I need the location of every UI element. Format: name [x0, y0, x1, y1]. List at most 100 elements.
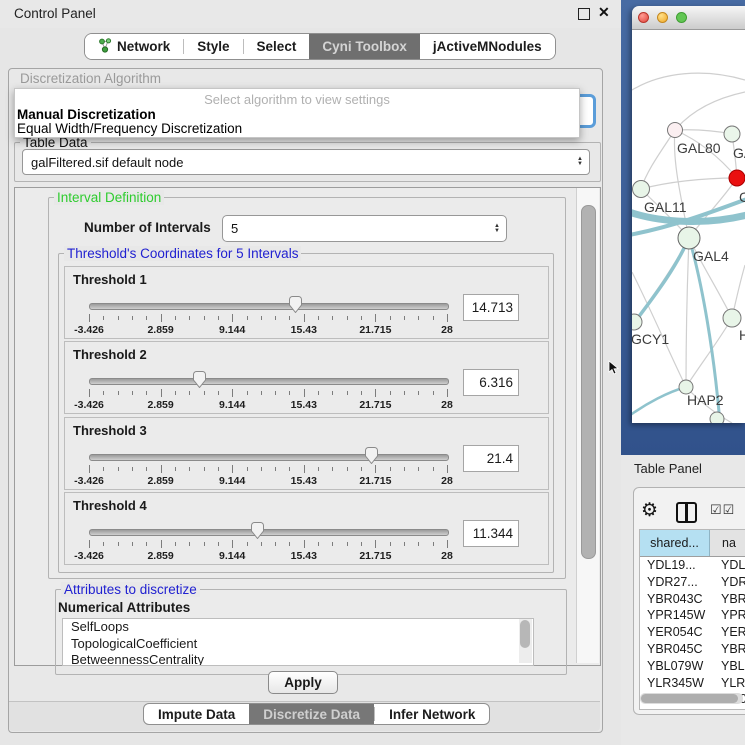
gear-icon[interactable]: ⚙: [641, 499, 658, 522]
node-gal80[interactable]: [668, 123, 683, 138]
list-item[interactable]: SelfLoops: [63, 619, 533, 636]
network-icon: [98, 38, 112, 56]
float-window-icon[interactable]: [578, 8, 590, 20]
node-label-partial-h: H: [739, 327, 745, 343]
control-panel-title: Control Panel: [14, 6, 96, 21]
dropdown-item-equal-width[interactable]: Equal Width/Frequency Discretization: [15, 122, 579, 136]
panel-scrollbar-thumb[interactable]: [581, 205, 596, 559]
node-partial-top-right[interactable]: [724, 126, 740, 142]
column-header-name[interactable]: na: [710, 530, 745, 556]
threshold-4-box: Threshold 4 -3.426 2.859 9.144 15.43 21.…: [64, 492, 549, 565]
spinner-arrows-icon: ▲▼: [488, 224, 506, 234]
threshold-4-label: Threshold 4: [73, 498, 147, 513]
tab-network[interactable]: Network: [85, 34, 183, 59]
tab-discretize-data[interactable]: Discretize Data: [249, 704, 374, 724]
table-row[interactable]: YBL079WYBL0: [640, 658, 745, 675]
discretization-algorithm-title: Discretization Algorithm: [20, 71, 161, 86]
threshold-4-value-field[interactable]: 11.344: [463, 520, 519, 547]
tab-cyni-toolbox[interactable]: Cyni Toolbox: [309, 34, 420, 59]
table-hscrollbar-thumb[interactable]: [641, 694, 738, 703]
network-window[interactable]: GAL80 GA C GAL11 GAL4 GCY1 H HAP2: [632, 6, 745, 423]
threshold-1-label: Threshold 1: [73, 272, 147, 287]
interval-definition-title: Interval Definition: [54, 190, 164, 205]
zoom-traffic-light-icon[interactable]: [676, 12, 687, 23]
node-h-partial[interactable]: [723, 309, 741, 327]
threshold-3-box: Threshold 3 -3.426 2.859 9.144 15.43 21.…: [64, 417, 549, 490]
screen: Control Panel ✕ Network Style Select Cyn…: [0, 0, 745, 745]
table-data-combobox[interactable]: galFiltered.sif default node ▲▼: [22, 149, 590, 175]
node-label-gal11: GAL11: [644, 199, 687, 215]
node-table[interactable]: shared... na YDL19...YDL1 YDR27...YDR2 Y…: [639, 529, 745, 710]
slider-track[interactable]: [89, 529, 449, 536]
slider-track[interactable]: [89, 303, 449, 310]
threshold-2-box: Threshold 2 -3.426 2.859 9.144 15.43 21.…: [64, 341, 549, 414]
table-row[interactable]: YBR045CYBR0: [640, 641, 745, 658]
tab-style[interactable]: Style: [184, 34, 242, 59]
tab-jactivemnodules[interactable]: jActiveMNodules: [420, 34, 555, 59]
minimize-traffic-light-icon[interactable]: [657, 12, 668, 23]
threshold-3-value-field[interactable]: 21.4: [463, 445, 519, 472]
threshold-3-slider[interactable]: -3.426 2.859 9.144 15.43 21.715 28: [89, 454, 447, 462]
threshold-2-value-field[interactable]: 6.316: [463, 369, 519, 396]
table-row[interactable]: YBR043CYBR0: [640, 591, 745, 608]
list-item[interactable]: TopologicalCoefficient: [63, 636, 533, 653]
tab-select[interactable]: Select: [244, 34, 310, 59]
numerical-attributes-list[interactable]: SelfLoops TopologicalCoefficient Between…: [62, 618, 534, 666]
tab-select-label: Select: [257, 39, 297, 54]
apply-button[interactable]: Apply: [268, 671, 338, 694]
dropdown-item-manual-discretization[interactable]: Manual Discretization: [15, 108, 579, 122]
tab-style-label: Style: [197, 39, 229, 54]
attributes-title: Attributes to discretize: [61, 582, 200, 597]
slider-track[interactable]: [89, 454, 449, 461]
node-label-gal80: GAL80: [677, 140, 721, 156]
slider-tick-labels: -3.426 2.859 9.144 15.43 21.715 28: [89, 399, 447, 411]
table-row[interactable]: YDR27...YDR2: [640, 574, 745, 591]
tab-impute-data[interactable]: Impute Data: [144, 704, 249, 724]
tab-jactivemnodules-label: jActiveMNodules: [433, 39, 542, 54]
node-red-selected[interactable]: [729, 170, 745, 186]
tab-infer-network[interactable]: Infer Network: [375, 704, 489, 724]
slider-thumb[interactable]: [192, 371, 207, 388]
node-gal11[interactable]: [633, 181, 650, 198]
columns-icon[interactable]: [676, 502, 697, 523]
list-scrollbar-thumb[interactable]: [520, 620, 530, 648]
table-header-row: shared... na: [640, 530, 745, 557]
node-label-partial-ga: GA: [733, 145, 745, 161]
number-of-intervals-combobox[interactable]: 5 ▲▼: [222, 215, 507, 242]
table-row[interactable]: YDL19...YDL1: [640, 557, 745, 574]
threshold-1-slider[interactable]: -3.426 2.859 9.144 15.43 21.715 28: [89, 303, 447, 311]
slider-ticks: [89, 314, 447, 323]
node-label-hap2: HAP2: [687, 392, 724, 408]
table-row[interactable]: YPR145WYPR1: [640, 607, 745, 624]
node-partial-bottom[interactable]: [710, 412, 724, 423]
list-item[interactable]: BetweennessCentrality: [63, 652, 533, 666]
node-label-gcy1: GCY1: [632, 331, 669, 347]
node-label-partial-c: C: [739, 189, 745, 205]
algorithm-dropdown-popup: Select algorithm to view settings Manual…: [14, 88, 580, 138]
thresholds-title: Threshold's Coordinates for 5 Intervals: [64, 246, 301, 261]
slider-thumb[interactable]: [288, 296, 303, 313]
close-traffic-light-icon[interactable]: [638, 12, 649, 23]
dropdown-prompt-item[interactable]: Select algorithm to view settings: [15, 89, 579, 108]
threshold-2-slider[interactable]: -3.426 2.859 9.144 15.43 21.715 28: [89, 378, 447, 386]
slider-tick-labels: -3.426 2.859 9.144 15.43 21.715 28: [89, 550, 447, 562]
close-icon[interactable]: ✕: [598, 4, 610, 21]
slider-ticks: [89, 465, 447, 474]
number-of-intervals-value: 5: [223, 221, 488, 236]
threshold-1-box: Threshold 1 -3.426 2.859 9.144 15.43 21.…: [64, 266, 549, 339]
table-row[interactable]: YER054CYER0: [640, 624, 745, 641]
mouse-cursor: [608, 360, 620, 381]
slider-thumb[interactable]: [250, 522, 265, 539]
table-row[interactable]: YLR345WYLR3: [640, 675, 745, 692]
threshold-4-slider[interactable]: -3.426 2.859 9.144 15.43 21.715 28: [89, 529, 447, 537]
threshold-3-label: Threshold 3: [73, 423, 147, 438]
checkbox-icons[interactable]: ☑☑: [710, 502, 735, 518]
slider-track[interactable]: [89, 378, 449, 385]
threshold-1-value-field[interactable]: 14.713: [463, 294, 519, 321]
network-view[interactable]: GAL80 GA C GAL11 GAL4 GCY1 H HAP2: [632, 30, 745, 423]
slider-thumb[interactable]: [364, 447, 379, 464]
node-gal4[interactable]: [678, 227, 700, 249]
column-header-shared[interactable]: shared...: [640, 530, 710, 556]
spinner-arrows-icon: ▲▼: [571, 157, 589, 167]
slider-ticks: [89, 389, 447, 398]
